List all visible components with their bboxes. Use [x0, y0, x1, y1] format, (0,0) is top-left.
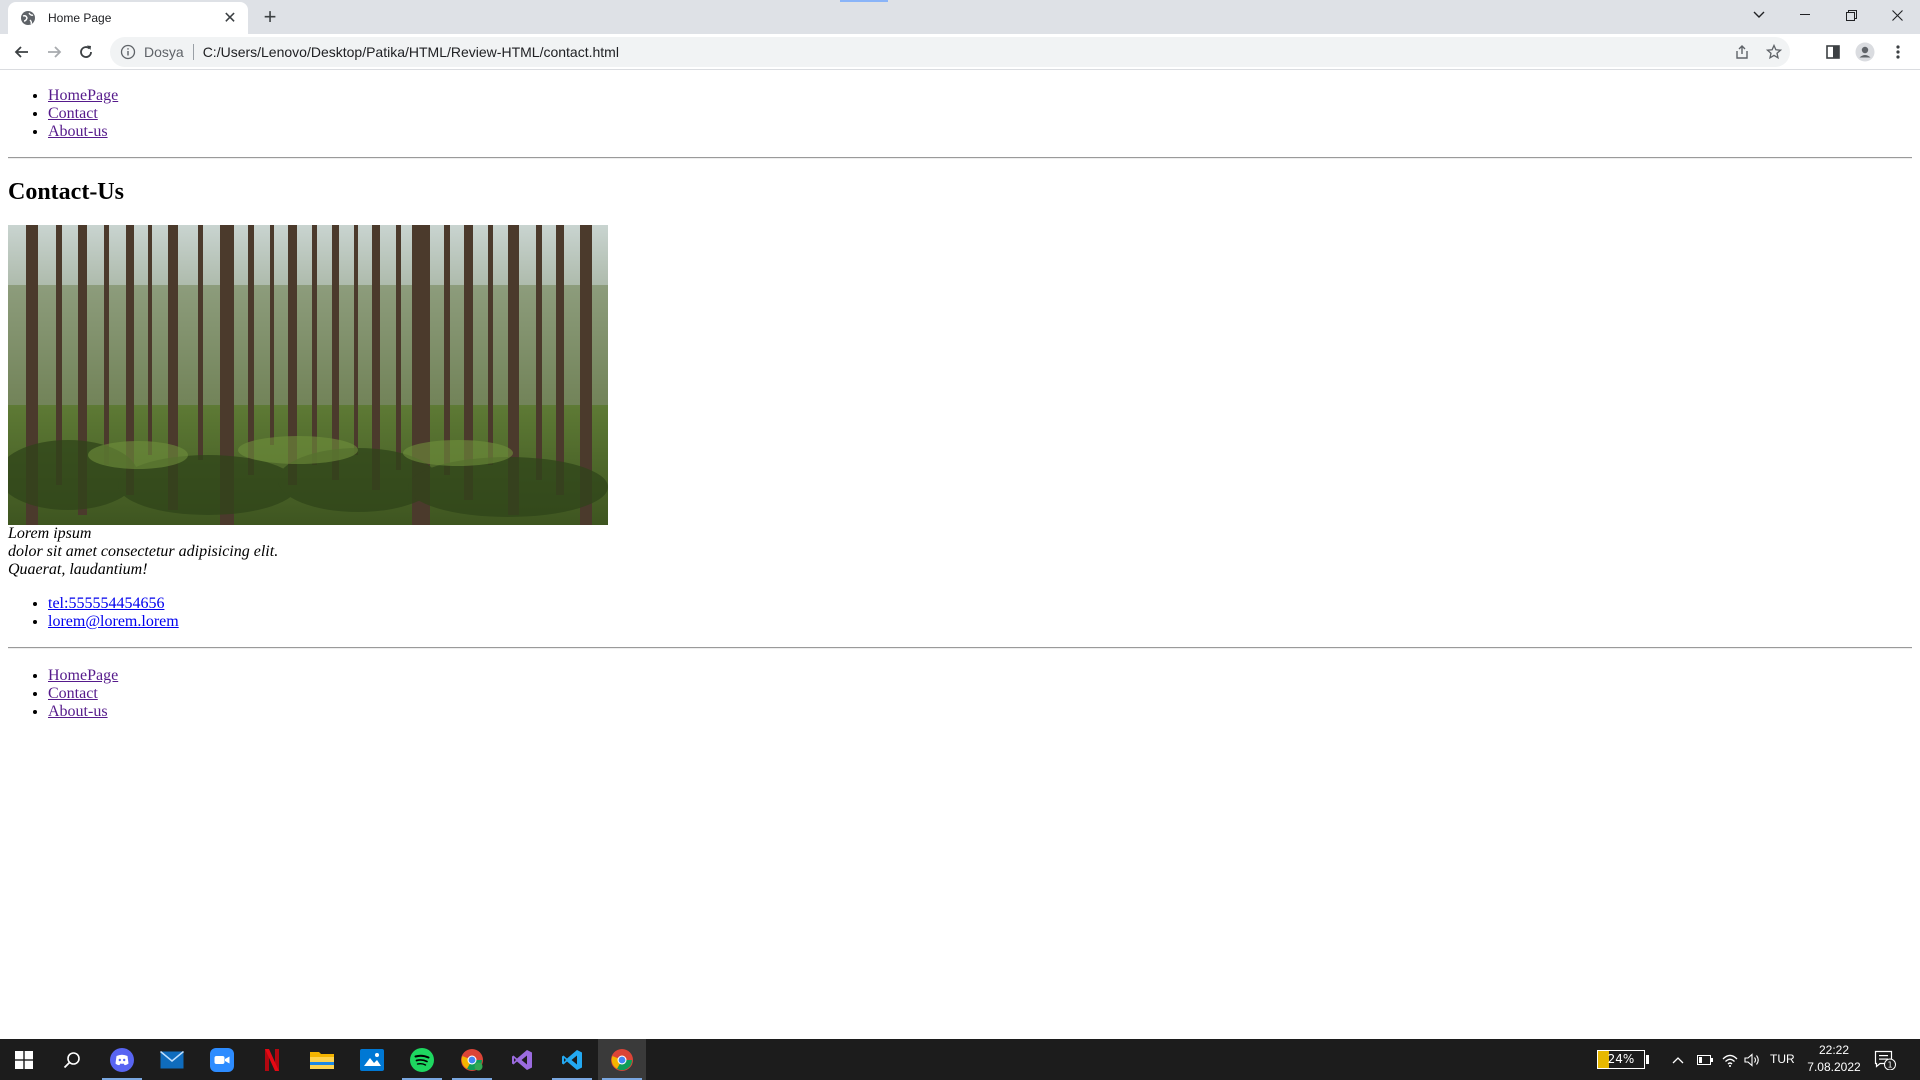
- url-text[interactable]: C:/Users/Lenovo/Desktop/Patika/HTML/Revi…: [203, 44, 1726, 60]
- contact-item-email: lorem@lorem.lorem: [48, 613, 1912, 631]
- profile-avatar-icon[interactable]: [1851, 38, 1879, 66]
- address-bar[interactable]: Dosya C:/Users/Lenovo/Desktop/Patika/HTM…: [110, 37, 1790, 67]
- wifi-icon[interactable]: [1722, 1039, 1738, 1080]
- lorem-text: Lorem ipsum dolor sit amet consectetur a…: [8, 525, 1912, 579]
- input-language[interactable]: TUR: [1770, 1039, 1795, 1080]
- reload-icon[interactable]: [72, 38, 100, 66]
- start-icon[interactable]: [0, 1039, 48, 1080]
- battery-tip: [1646, 1055, 1649, 1064]
- nav-link-contact[interactable]: Contact: [48, 105, 98, 122]
- restore-icon[interactable]: [1828, 0, 1874, 30]
- nav-item-about-us: About-us: [48, 703, 1912, 721]
- windows-taskbar: 24% TUR 22:22 7.08.2022 1: [0, 1039, 1920, 1080]
- chrome-icon[interactable]: [598, 1039, 646, 1080]
- search-icon[interactable]: [48, 1039, 96, 1080]
- battery-percent: 24%: [1607, 1052, 1635, 1066]
- visual-studio-icon[interactable]: [498, 1039, 546, 1080]
- bottom-divider: [8, 647, 1912, 649]
- side-panel-icon[interactable]: [1819, 38, 1847, 66]
- info-icon[interactable]: [120, 44, 136, 60]
- volume-icon[interactable]: [1744, 1039, 1762, 1080]
- clock[interactable]: 22:22 7.08.2022: [1800, 1042, 1868, 1076]
- notification-count: 1: [1887, 1061, 1892, 1070]
- vscode-icon[interactable]: [548, 1039, 596, 1080]
- close-tab-icon[interactable]: ✕: [220, 8, 240, 28]
- lorem-line: Quaerat, laudantium!: [8, 561, 148, 578]
- spotify-icon[interactable]: [398, 1039, 446, 1080]
- mail-icon[interactable]: [148, 1039, 196, 1080]
- email-link[interactable]: lorem@lorem.lorem: [48, 613, 179, 630]
- footer-link-homepage[interactable]: HomePage: [48, 667, 118, 684]
- page-title: Contact-Us: [8, 179, 124, 205]
- close-window-icon[interactable]: [1874, 0, 1920, 30]
- more-menu-icon[interactable]: [1884, 38, 1912, 66]
- lorem-line: Lorem ipsum: [8, 525, 92, 542]
- footer-link-contact[interactable]: Contact: [48, 685, 98, 702]
- discord-icon[interactable]: [98, 1039, 146, 1080]
- file-scheme-label: Dosya: [144, 44, 184, 60]
- back-icon[interactable]: [8, 38, 36, 66]
- nav-link-homepage[interactable]: HomePage: [48, 87, 118, 104]
- omnibox-separator: [192, 44, 194, 60]
- tab-title: Home Page: [48, 11, 112, 25]
- minimize-icon[interactable]: [1782, 0, 1828, 30]
- browser-tab-active[interactable]: Home Page ✕: [8, 2, 248, 34]
- nav-item-homepage: HomePage: [48, 87, 1912, 105]
- nav-item-contact: Contact: [48, 105, 1912, 123]
- netflix-icon[interactable]: [248, 1039, 296, 1080]
- file-explorer-icon[interactable]: [298, 1039, 346, 1080]
- zoom-icon[interactable]: [198, 1039, 246, 1080]
- share-icon[interactable]: [1726, 37, 1758, 67]
- contact-item-phone: tel:555554454656: [48, 595, 1912, 613]
- nav-item-homepage: HomePage: [48, 667, 1912, 685]
- clock-date: 7.08.2022: [1807, 1060, 1861, 1074]
- top-nav: HomePage Contact About-us: [8, 87, 1912, 141]
- browser-toolbar: Dosya C:/Users/Lenovo/Desktop/Patika/HTM…: [0, 34, 1920, 70]
- nav-item-contact: Contact: [48, 685, 1912, 703]
- page-content: HomePage Contact About-us Contact-Us: [0, 71, 1920, 1039]
- power-battery-icon[interactable]: [1697, 1039, 1713, 1080]
- show-hidden-icons-icon[interactable]: [1672, 1039, 1684, 1080]
- browser-tabstrip: Home Page ✕ +: [0, 0, 1920, 34]
- phone-link[interactable]: tel:555554454656: [48, 595, 164, 612]
- new-tab-button[interactable]: +: [258, 5, 282, 29]
- tab-search-icon[interactable]: [1736, 0, 1782, 30]
- chrome-profile-icon[interactable]: [448, 1039, 496, 1080]
- forest-image: [8, 225, 1912, 525]
- top-divider: [8, 157, 1912, 159]
- lorem-line: dolor sit amet consectetur adipisicing e…: [8, 543, 279, 560]
- notification-center-icon[interactable]: 1: [1872, 1047, 1898, 1073]
- tab-indicator: [840, 0, 888, 2]
- bookmark-star-icon[interactable]: [1758, 37, 1790, 67]
- contact-list: tel:555554454656 lorem@lorem.lorem: [8, 595, 1912, 631]
- forward-icon[interactable]: [40, 38, 68, 66]
- battery-indicator[interactable]: 24%: [1597, 1050, 1645, 1069]
- clock-time: 22:22: [1818, 1043, 1850, 1057]
- nav-link-about-us[interactable]: About-us: [48, 123, 108, 140]
- photos-icon[interactable]: [348, 1039, 396, 1080]
- footer-link-about-us[interactable]: About-us: [48, 703, 108, 720]
- nav-item-about-us: About-us: [48, 123, 1912, 141]
- globe-icon: [20, 10, 36, 26]
- bottom-nav: HomePage Contact About-us: [8, 667, 1912, 721]
